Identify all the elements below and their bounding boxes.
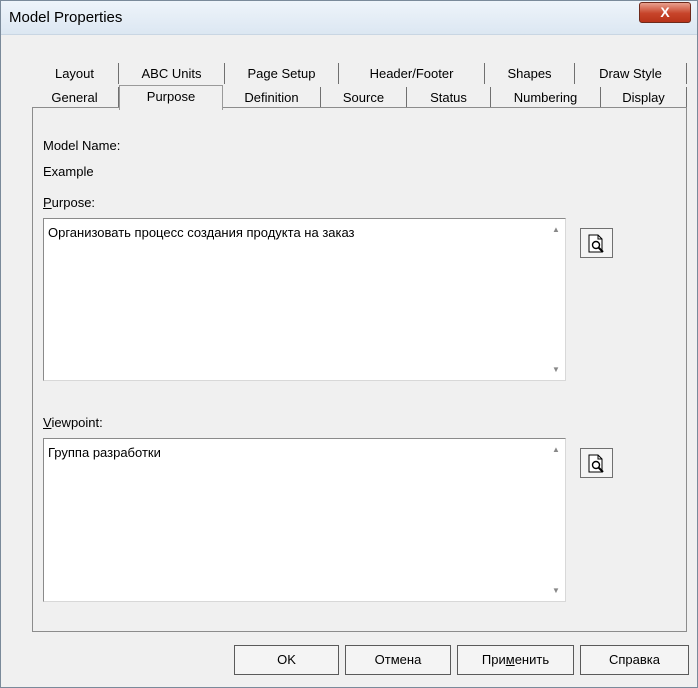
tab-shapes[interactable]: Shapes bbox=[485, 63, 575, 84]
model-name-value: Example bbox=[43, 164, 94, 179]
tab-label: Source bbox=[342, 90, 385, 105]
model-properties-dialog: Model Properties X Layout ABC Units Page… bbox=[0, 0, 698, 688]
apply-label: Применить bbox=[482, 652, 549, 667]
tab-purpose[interactable]: Purpose bbox=[119, 85, 223, 110]
tab-label: Draw Style bbox=[599, 66, 662, 81]
tab-draw-style[interactable]: Draw Style bbox=[575, 63, 687, 84]
viewpoint-text: Группа разработки bbox=[48, 445, 161, 460]
tab-label: Display bbox=[622, 90, 665, 105]
title-bar: Model Properties X bbox=[1, 1, 697, 35]
tab-page-setup[interactable]: Page Setup bbox=[225, 63, 339, 84]
close-button[interactable]: X bbox=[639, 2, 691, 23]
purpose-scrollbar[interactable]: ▲ ▼ bbox=[547, 219, 565, 380]
apply-button[interactable]: Применить bbox=[457, 645, 574, 675]
tab-label: Purpose bbox=[146, 89, 196, 104]
tab-label: Layout bbox=[54, 66, 95, 81]
tab-general[interactable]: General bbox=[31, 87, 119, 108]
tab-label: Status bbox=[430, 90, 467, 105]
purpose-memo[interactable]: Организовать процесс создания продукта н… bbox=[43, 218, 566, 381]
window-title: Model Properties bbox=[9, 9, 123, 26]
tab-abc-units[interactable]: ABC Units bbox=[119, 63, 225, 84]
apply-label-key: м bbox=[505, 652, 515, 667]
cancel-label: Отмена bbox=[374, 652, 422, 667]
tab-header-footer[interactable]: Header/Footer bbox=[339, 63, 485, 84]
tab-label: Header/Footer bbox=[369, 66, 454, 81]
tab-display[interactable]: Display bbox=[601, 87, 687, 108]
close-icon: X bbox=[660, 4, 670, 20]
viewpoint-memo[interactable]: Группа разработки ▲ ▼ bbox=[43, 438, 566, 602]
tab-label: Definition bbox=[244, 90, 299, 105]
ok-button[interactable]: OK bbox=[234, 645, 339, 675]
apply-label-pre: При bbox=[481, 652, 506, 667]
tab-row-bottom: General Purpose Definition Source Status… bbox=[1, 85, 698, 110]
magnifier-page-icon bbox=[588, 234, 604, 253]
ok-label: OK bbox=[277, 652, 296, 667]
model-name-label: Model Name: bbox=[43, 138, 121, 153]
tab-label: Shapes bbox=[507, 66, 552, 81]
scroll-up-icon[interactable]: ▲ bbox=[547, 225, 565, 234]
tab-definition[interactable]: Definition bbox=[223, 87, 321, 108]
cancel-button[interactable]: Отмена bbox=[345, 645, 451, 675]
magnifier-page-icon bbox=[588, 454, 604, 473]
tab-label: Page Setup bbox=[247, 66, 316, 81]
tab-numbering[interactable]: Numbering bbox=[491, 87, 601, 108]
purpose-browse-button[interactable] bbox=[580, 228, 613, 258]
purpose-text: Организовать процесс создания продукта н… bbox=[48, 225, 355, 240]
tab-label: General bbox=[51, 90, 98, 105]
tab-label: ABC Units bbox=[141, 66, 202, 81]
purpose-label-rest: urpose: bbox=[51, 195, 96, 210]
scroll-down-icon[interactable]: ▼ bbox=[547, 365, 565, 374]
tab-label: Numbering bbox=[513, 90, 578, 105]
viewpoint-browse-button[interactable] bbox=[580, 448, 613, 478]
help-label: Справка bbox=[609, 652, 660, 667]
viewpoint-label: Viewpoint: bbox=[43, 415, 103, 430]
purpose-label-key: P bbox=[43, 195, 52, 210]
tab-source[interactable]: Source bbox=[321, 87, 407, 108]
purpose-label: Purpose: bbox=[43, 195, 95, 210]
viewpoint-scrollbar[interactable]: ▲ ▼ bbox=[547, 439, 565, 601]
scroll-up-icon[interactable]: ▲ bbox=[547, 445, 565, 454]
scroll-down-icon[interactable]: ▼ bbox=[547, 586, 565, 595]
tab-row-top: Layout ABC Units Page Setup Header/Foote… bbox=[1, 63, 698, 85]
tab-layout[interactable]: Layout bbox=[31, 63, 119, 84]
help-button[interactable]: Справка bbox=[580, 645, 689, 675]
apply-label-post: енить bbox=[514, 652, 550, 667]
tab-status[interactable]: Status bbox=[407, 87, 491, 108]
viewpoint-label-rest: iewpoint: bbox=[51, 415, 103, 430]
